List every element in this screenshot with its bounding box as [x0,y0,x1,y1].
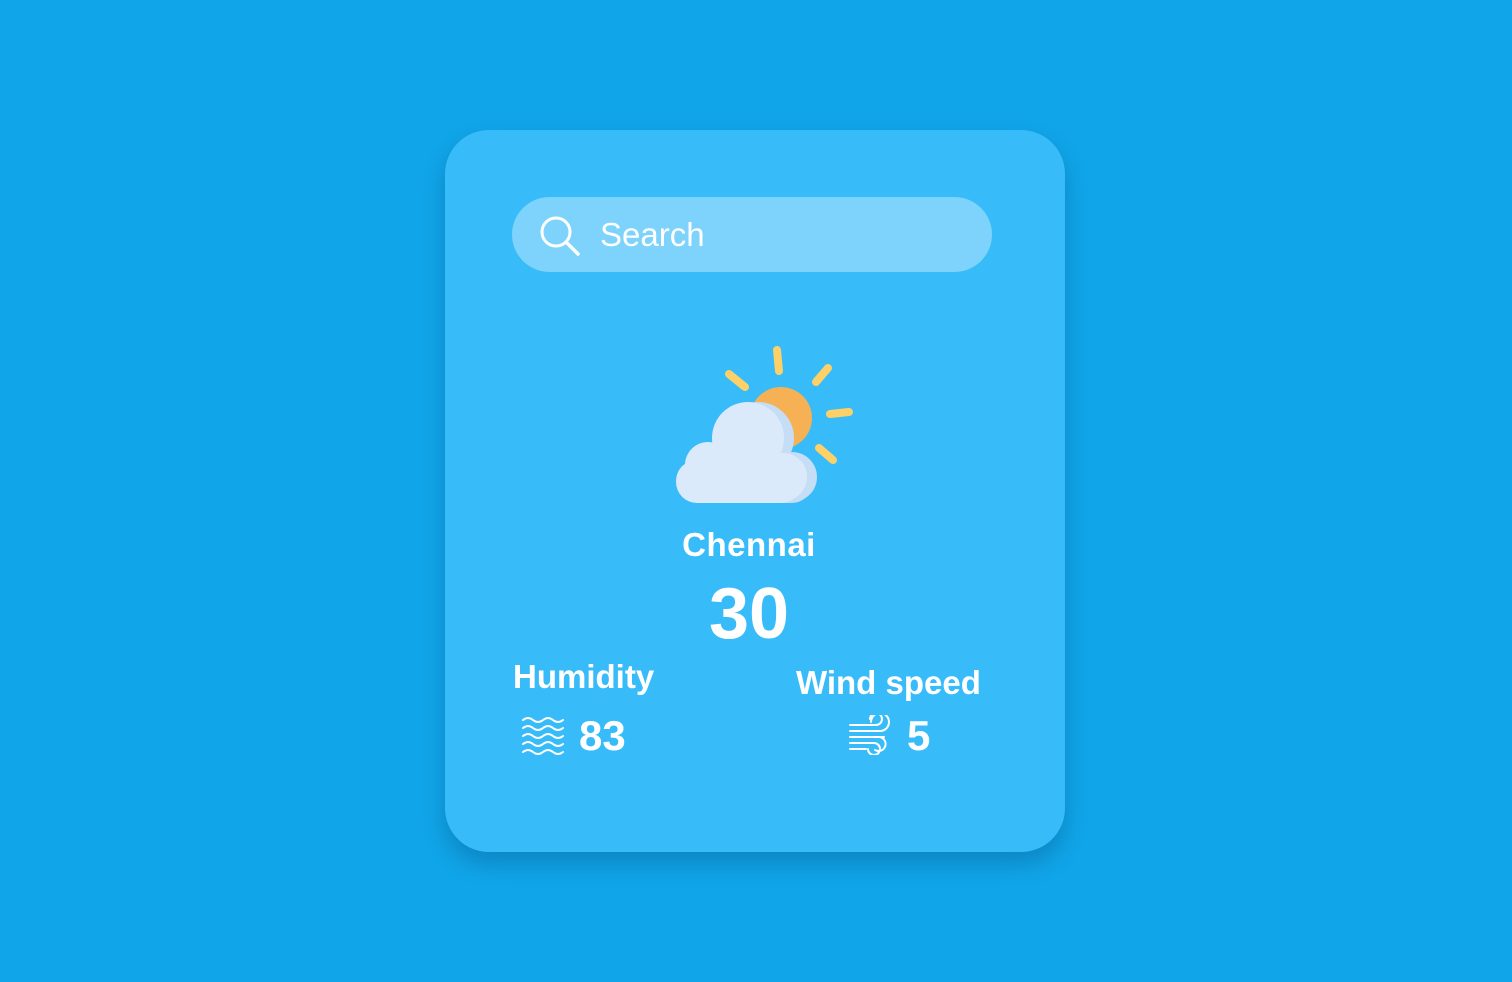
humidity-label: Humidity [513,658,655,695]
partly-cloudy-icon [676,346,853,503]
search-icon[interactable] [538,214,582,258]
weather-card: Chennai 30 Humidity 83 Wind speed 5 [445,130,1065,852]
city-name: Chennai [682,526,816,563]
wind-icon [849,715,890,755]
wind-speed-label: Wind speed [796,664,981,701]
search-input[interactable] [600,197,970,272]
search-bar[interactable] [512,197,992,272]
humidity-waves-icon [522,717,564,755]
humidity-value: 83 [579,712,626,759]
temperature-value: 30 [708,574,790,654]
wind-speed-value: 5 [907,712,931,759]
